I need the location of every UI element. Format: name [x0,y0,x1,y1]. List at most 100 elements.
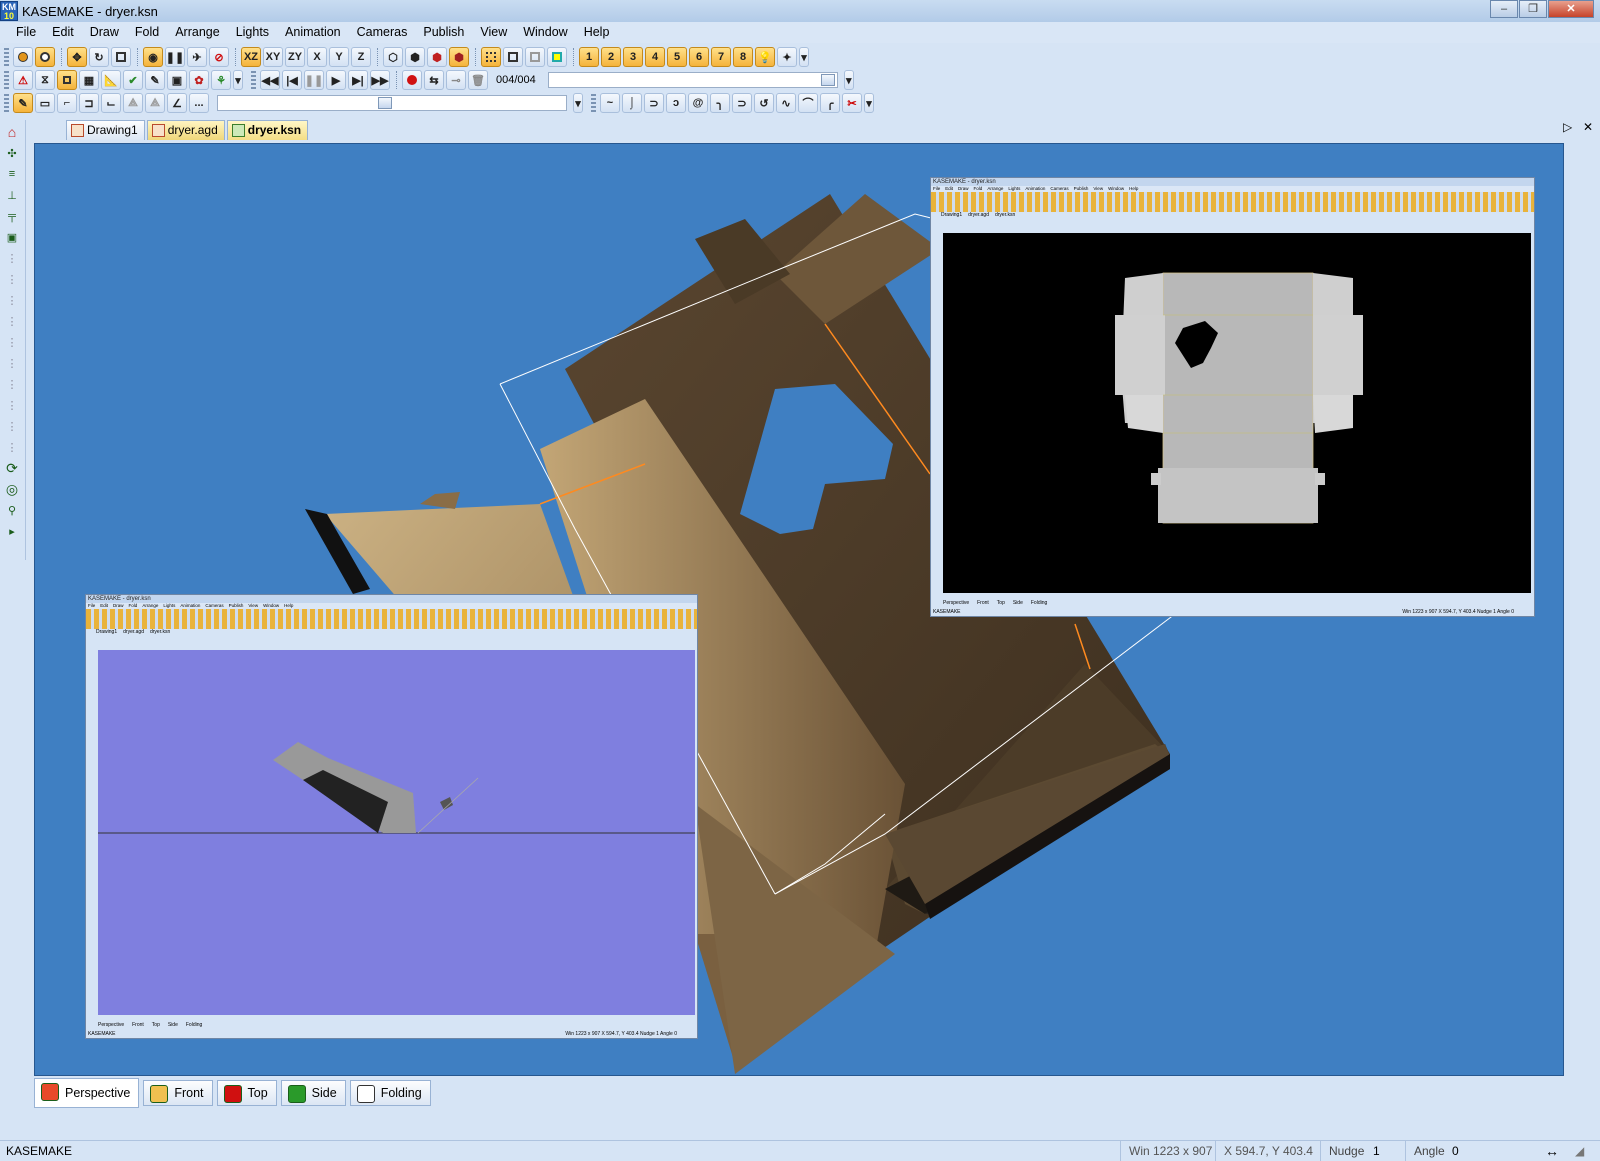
line-tool-icon[interactable]: ▭ [35,93,55,113]
axis-xz-button[interactable]: XZ [241,47,261,67]
flap-tool-icon[interactable]: ⌙ [101,93,121,113]
light-2-icon[interactable]: 2 [601,47,621,67]
tab-dryer-agd[interactable]: dryer.agd [146,120,225,140]
axis-x-button[interactable]: X [307,47,327,67]
walk-icon[interactable]: ❚❚ [165,47,185,67]
tool-b-icon[interactable]: ⋮ [2,270,22,288]
toolbar-options-icon[interactable]: ▾ [799,47,809,67]
tuck-tool-icon[interactable]: ⟁ [123,93,143,113]
menu-view[interactable]: View [472,22,515,43]
spiral-tool-icon[interactable]: @ [688,93,708,113]
hook-tool-icon[interactable]: ⊃ [644,93,664,113]
draw-slider[interactable] [217,95,567,111]
toolbar-grip[interactable] [4,94,9,112]
measure-icon[interactable]: 📐 [101,70,121,90]
tool-c-icon[interactable]: ⋮ [2,291,22,309]
light-settings-icon[interactable]: ✦ [777,47,797,67]
light-bulb-icon[interactable]: 💡 [755,47,775,67]
tab-perspective[interactable]: Perspective [34,1078,140,1108]
toolbar-options-icon[interactable]: ▾ [573,93,583,113]
return-tool-icon[interactable]: ⊃ [732,93,752,113]
tool-j-icon[interactable]: ⋮ [2,438,22,456]
corner-tool-icon[interactable]: ⌐ [57,93,77,113]
frame-solid-icon[interactable] [503,47,523,67]
tool-d-icon[interactable]: ⋮ [2,312,22,330]
check-icon[interactable]: ✔ [123,70,143,90]
size-grip-icon[interactable]: ◢ [1575,1141,1584,1161]
toolbar-options-icon[interactable]: ▾ [233,70,243,90]
menu-edit[interactable]: Edit [44,22,82,43]
toolbar-grip[interactable] [591,94,596,112]
cube-shaded-icon[interactable]: ⬢ [405,47,425,67]
more-tools-button[interactable]: ... [189,93,209,113]
fast-forward-icon[interactable]: ▶▶ [370,70,390,90]
cube-red-icon[interactable]: ⬢ [427,47,447,67]
toolbar-grip[interactable] [4,48,9,66]
stand-icon[interactable]: ⊥ [2,186,22,204]
angle-tool-icon[interactable]: ∠ [167,93,187,113]
light-5-icon[interactable]: 5 [667,47,687,67]
restore-button[interactable]: ❐ [1519,0,1547,18]
play-icon[interactable]: ▶ [326,70,346,90]
light-6-icon[interactable]: 6 [689,47,709,67]
tool-g-icon[interactable]: ⋮ [2,375,22,393]
box-icon[interactable]: ▣ [167,70,187,90]
tool-f-icon[interactable]: ⋮ [2,354,22,372]
orbit-icon[interactable]: ◎ [2,480,22,498]
stop-icon[interactable]: ⊘ [209,47,229,67]
menu-draw[interactable]: Draw [82,22,127,43]
step-forward-icon[interactable]: ▶| [348,70,368,90]
wave-tool-icon[interactable]: ∿ [776,93,796,113]
menu-file[interactable]: File [8,22,44,43]
toolbar-options-icon[interactable]: ▾ [843,70,854,90]
tool-h-icon[interactable]: ⋮ [2,396,22,414]
menu-animation[interactable]: Animation [277,22,349,43]
home-icon[interactable]: ⌂ [2,123,22,141]
close-3d-icon[interactable] [35,47,55,67]
warning-icon[interactable]: ⚠ [13,70,33,90]
sequence-icon[interactable]: ⇆ [424,70,444,90]
menu-help[interactable]: Help [576,22,618,43]
tab-front[interactable]: Front [143,1080,213,1106]
corner-round-icon[interactable]: ╭ [820,93,840,113]
toolbar-options-icon[interactable]: ▸ [2,522,22,540]
light-3-icon[interactable]: 3 [623,47,643,67]
pan-icon[interactable]: ✥ [67,47,87,67]
key-icon[interactable]: ⊸ [446,70,466,90]
frame-light-icon[interactable] [525,47,545,67]
network-icon[interactable]: ⚘ [211,70,231,90]
move-icon[interactable]: ✣ [2,144,22,162]
light-1-icon[interactable]: 1 [579,47,599,67]
resize-arrows-icon[interactable]: ↔ [1545,1141,1559,1161]
tab-side[interactable]: Side [280,1080,346,1106]
axis-zy-button[interactable]: ZY [285,47,305,67]
light-8-icon[interactable]: 8 [733,47,753,67]
status-angle-value[interactable]: 0 [1452,1141,1459,1161]
palette-icon[interactable]: ✿ [189,70,209,90]
toolbar-grip[interactable] [4,71,9,89]
close-button[interactable]: ✕ [1548,0,1594,18]
delete-icon[interactable]: 🗑 [468,70,488,90]
edit-pencil-icon[interactable]: ✎ [145,70,165,90]
axis-z-button[interactable]: Z [351,47,371,67]
close-tab-icon[interactable]: ✕ [1583,120,1593,134]
eye-icon[interactable]: ◉ [143,47,163,67]
pause-icon[interactable]: ❚❚ [304,70,324,90]
frame-dotted-icon[interactable] [481,47,501,67]
tab-folding[interactable]: Folding [349,1080,431,1106]
curve-tool-icon[interactable]: ~ [600,93,620,113]
tab-drawing1[interactable]: Drawing1 [66,120,145,140]
minimize-button[interactable]: – [1490,0,1518,18]
menu-window[interactable]: Window [515,22,575,43]
tool-e-icon[interactable]: ⋮ [2,333,22,351]
draw-pencil-icon[interactable]: ✎ [13,93,33,113]
tab-top[interactable]: Top [216,1080,277,1106]
glue-tool-icon[interactable]: ⟁ [145,93,165,113]
box-curve-icon[interactable]: ⌒ [798,93,818,113]
toolbar-options-icon[interactable]: ▾ [864,93,874,113]
menu-arrange[interactable]: Arrange [167,22,227,43]
open-3d-icon[interactable] [13,47,33,67]
step-back-icon[interactable]: |◀ [282,70,302,90]
tool-a-icon[interactable]: ⋮ [2,249,22,267]
frame-slider[interactable] [547,72,838,88]
